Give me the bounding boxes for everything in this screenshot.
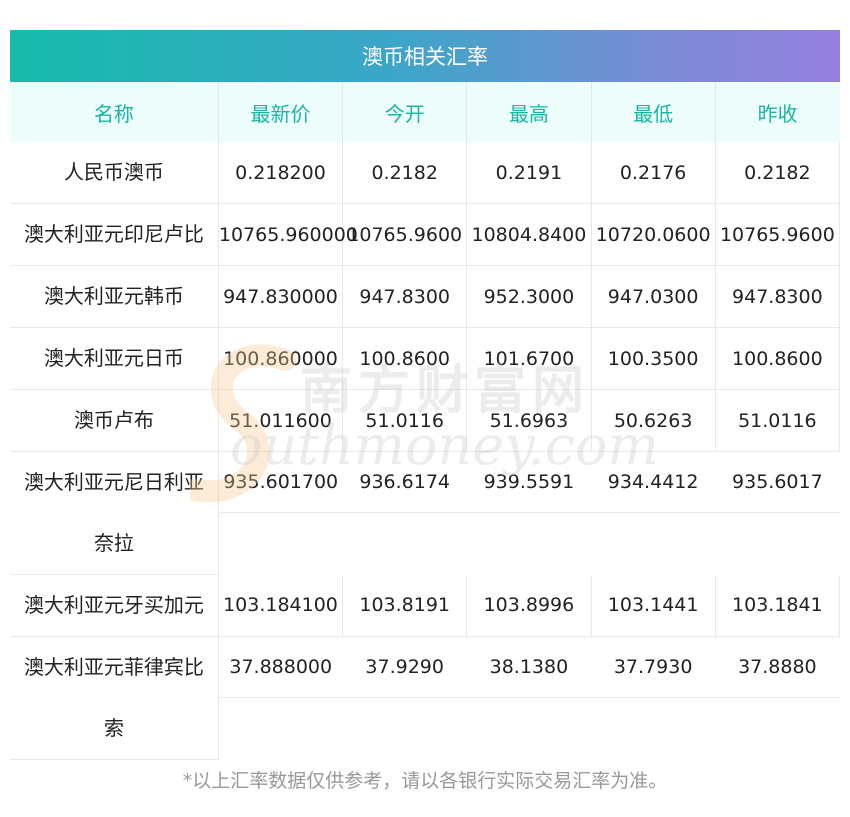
cell-latest: 51.011600 [218,389,344,452]
cell-high: 101.6700 [466,327,592,390]
column-header-open: 今开 [342,82,468,142]
currency-name-text: 澳大利亚元日币 [43,346,184,370]
cell-high: 51.6963 [466,389,592,452]
cell-currency-name: 澳大利亚元印尼卢比 [10,203,219,266]
table-row: 澳大利亚元牙买加元 103.184100 103.8191 103.8996 103.1… [10,574,841,637]
column-header-high: 最高 [466,82,592,142]
cell-low: 947.0300 [591,265,716,328]
column-header-low: 最低 [591,82,716,142]
cell-low: 934.4412 [591,451,716,575]
table-row: 澳币卢布 51.011600 51.0116 51.6963 50.6263 51.011… [10,389,841,452]
column-header-prev-close: 昨收 [715,82,840,142]
cell-latest: 0.218200 [218,142,344,204]
currency-name-text: 澳币卢布 [73,408,154,432]
cell-prev-close: 37.8880 [715,636,840,760]
cell-currency-name: 澳大利亚元菲律宾比索 [10,636,219,760]
cell-open: 51.0116 [342,389,468,452]
currency-name-text: 澳大利亚元尼日利亚 [23,470,204,494]
cell-low: 0.2176 [591,142,716,204]
table-row: 澳大利亚元韩币 947.830000 947.8300 952.3000 947.030… [10,265,841,328]
cell-high: 939.5591 [466,451,592,575]
cell-open: 10765.9600 [342,203,468,266]
cell-latest: 935.601700 [218,451,343,575]
cell-low: 50.6263 [591,389,716,452]
cell-prev-close: 935.6017 [715,451,840,575]
table-row: 澳大利亚元印尼卢比 10765.960000 10765.9600 10804.840… [10,203,841,266]
cell-prev-close: 103.1841 [715,574,841,637]
currency-name-text: 澳大利亚元牙买加元 [23,593,204,617]
cell-high: 10804.8400 [466,203,592,266]
table-row: 澳大利亚元菲律宾比索 37.888000 37.9290 38.1380 37.7930… [10,636,840,760]
cell-open: 936.6174 [342,451,467,575]
cell-open: 100.8600 [342,327,468,390]
cell-prev-close: 10765.9600 [715,203,841,266]
currency-name-continuation: 奈拉 [93,531,134,555]
currency-name-text: 澳大利亚元韩币 [43,284,184,308]
cell-prev-close: 0.2182 [715,142,841,204]
cell-currency-name: 澳大利亚元韩币 [10,265,219,328]
cell-low: 103.1441 [591,574,716,637]
table-row: 澳大利亚元日币 100.860000 100.8600 101.6700 100.350… [10,327,841,390]
cell-open: 947.8300 [342,265,468,328]
cell-currency-name: 澳大利亚元日币 [10,327,219,390]
cell-high: 0.2191 [466,142,592,204]
cell-low: 37.7930 [591,636,716,760]
cell-currency-name: 人民币澳币 [10,142,219,204]
cell-high: 952.3000 [466,265,592,328]
cell-currency-name: 澳大利亚元牙买加元 [10,574,219,637]
cell-high: 103.8996 [466,574,592,637]
header-row: 名称 最新价 今开 最高 最低 昨收 [10,82,840,142]
cell-open: 37.9290 [342,636,467,760]
cell-high: 38.1380 [466,636,592,760]
cell-latest: 100.860000 [218,327,344,390]
cell-open: 0.2182 [342,142,468,204]
table-row: 人民币澳币 0.218200 0.2182 0.2191 0.2176 0.2182 [10,142,841,204]
cell-prev-close: 51.0116 [715,389,841,452]
column-header-name: 名称 [10,82,219,142]
cell-open: 103.8191 [342,574,468,637]
cell-latest: 37.888000 [218,636,343,760]
table-title: 澳币相关汇率 [10,30,840,82]
currency-name-continuation: 索 [103,716,124,740]
cell-currency-name: 澳币卢布 [10,389,219,452]
cell-low: 10720.0600 [591,203,716,266]
footnote: *以上汇率数据仅供参考，请以各银行实际交易汇率为准。 [182,770,668,792]
currency-name-text: 澳大利亚元菲律宾比 [23,655,204,679]
currency-name-text: 澳大利亚元印尼卢比 [23,222,204,246]
column-header-latest: 最新价 [218,82,344,142]
cell-latest: 10765.960000 [218,203,358,266]
cell-latest: 947.830000 [218,265,344,328]
exchange-rate-table: 名称 最新价 今开 最高 最低 昨收 人民币澳币 0.218200 0.2182 0.… [10,82,841,760]
cell-low: 100.3500 [591,327,716,390]
cell-latest: 103.184100 [218,574,344,637]
cell-prev-close: 100.8600 [715,327,841,390]
cell-currency-name: 澳大利亚元尼日利亚 奈拉 [10,451,219,575]
cell-prev-close: 947.8300 [715,265,841,328]
currency-name-text: 人民币澳币 [63,160,164,184]
table-row: 澳大利亚元尼日利亚 奈拉 935.601700 936.6174 939.5591 934… [10,451,840,575]
